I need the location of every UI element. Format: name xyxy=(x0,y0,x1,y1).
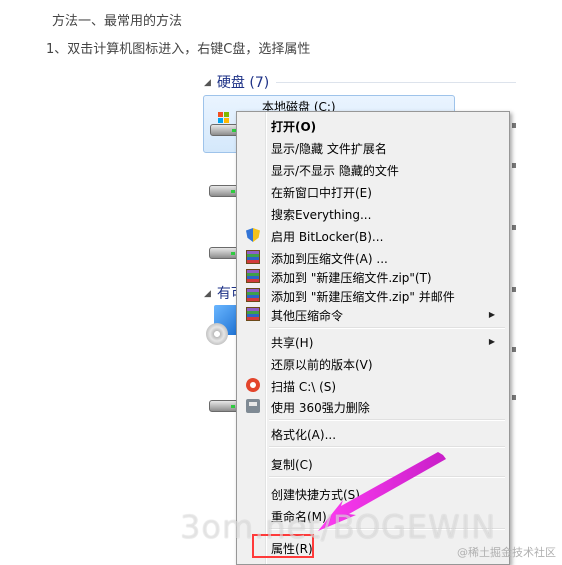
dvd-drive-icon[interactable] xyxy=(206,305,240,347)
menu-item-create-shortcut[interactable]: 创建快捷方式(S) xyxy=(239,483,507,505)
menu-item-label: 创建快捷方式(S) xyxy=(271,488,360,502)
menu-item-toggle-extensions[interactable]: 显示/隐藏 文件扩展名 xyxy=(239,137,507,159)
menu-item-bitlocker[interactable]: 启用 BitLocker(B)... xyxy=(239,225,507,247)
menu-item-label: 还原以前的版本(V) xyxy=(271,358,373,372)
menu-item-label: 打开(O) xyxy=(271,120,317,134)
archive-icon xyxy=(246,269,260,283)
hard-drive-icon xyxy=(209,181,239,199)
column-fragment xyxy=(512,347,516,352)
menu-item-label: 其他压缩命令 xyxy=(271,309,344,323)
menu-item-search-everything[interactable]: 搜索Everything... xyxy=(239,203,507,225)
menu-item-share[interactable]: 共享(H) ▶ xyxy=(239,331,507,353)
hard-drive-icon xyxy=(209,243,239,261)
menu-item-other-compress[interactable]: 其他压缩命令 ▶ xyxy=(239,304,507,326)
menu-item-label: 使用 360强力删除 xyxy=(271,401,370,415)
menu-item-label: 添加到压缩文件(A) ... xyxy=(271,252,388,266)
archive-icon xyxy=(246,307,260,321)
step-instruction: 1、双击计算机图标进入，右键C盘，选择属性 xyxy=(46,42,311,57)
menu-item-label: 复制(C) xyxy=(271,458,313,472)
hard-disks-group-label: 硬盘 (7) xyxy=(216,75,270,91)
column-fragment xyxy=(512,225,516,230)
watermark: 3om.net/BOGEWIN xyxy=(180,508,497,546)
menu-item-label: 启用 BitLocker(B)... xyxy=(271,230,384,244)
context-menu: 打开(O) 显示/隐藏 文件扩展名 显示/不显示 隐藏的文件 在新窗口中打开(E… xyxy=(236,111,510,565)
menu-item-label: 显示/不显示 隐藏的文件 xyxy=(271,164,399,178)
method-heading: 方法一、最常用的方法 xyxy=(52,14,183,29)
menu-item-toggle-hidden-files[interactable]: 显示/不显示 隐藏的文件 xyxy=(239,159,507,181)
menu-separator xyxy=(269,327,505,329)
collapse-arrow-icon[interactable]: ◢ xyxy=(204,78,211,88)
windows-logo-icon xyxy=(218,112,230,124)
collapse-arrow-icon[interactable]: ◢ xyxy=(204,289,211,299)
menu-item-label: 在新窗口中打开(E) xyxy=(271,186,372,200)
column-fragment xyxy=(512,395,516,400)
menu-item-open-new-window[interactable]: 在新窗口中打开(E) xyxy=(239,181,507,203)
group-divider xyxy=(276,82,516,83)
scan-icon xyxy=(246,378,260,392)
menu-item-label: 显示/隐藏 文件扩展名 xyxy=(271,142,387,156)
menu-item-format[interactable]: 格式化(A)... xyxy=(239,423,507,445)
column-fragment xyxy=(512,163,516,168)
shredder-icon xyxy=(246,399,260,413)
credit-text: @稀土掘金技术社区 xyxy=(457,546,556,559)
submenu-arrow-icon: ▶ xyxy=(488,337,495,346)
hard-disks-group-header[interactable]: ◢ 硬盘 (7) xyxy=(204,72,269,92)
menu-item-label: 格式化(A)... xyxy=(271,428,337,442)
menu-item-360-delete[interactable]: 使用 360强力删除 xyxy=(239,396,507,418)
menu-item-restore-previous[interactable]: 还原以前的版本(V) xyxy=(239,353,507,375)
menu-separator xyxy=(269,419,505,421)
menu-item-label: 扫描 C:\ (S) xyxy=(271,380,337,394)
menu-item-label: 添加到 "新建压缩文件.zip" 并邮件 xyxy=(271,290,455,304)
submenu-arrow-icon: ▶ xyxy=(488,310,495,319)
menu-item-label: 搜索Everything... xyxy=(271,208,372,222)
archive-icon xyxy=(246,250,260,264)
menu-separator xyxy=(269,446,505,448)
menu-item-copy[interactable]: 复制(C) xyxy=(239,453,507,475)
column-fragment xyxy=(512,123,516,128)
shield-icon xyxy=(246,228,260,242)
menu-item-label: 共享(H) xyxy=(271,336,314,350)
menu-item-label: 添加到 "新建压缩文件.zip"(T) xyxy=(271,271,432,285)
hard-drive-icon xyxy=(209,396,239,414)
column-fragment xyxy=(512,287,516,292)
menu-separator xyxy=(269,476,505,478)
menu-item-scan[interactable]: 扫描 C:\ (S) xyxy=(239,375,507,397)
archive-icon xyxy=(246,288,260,302)
menu-item-open[interactable]: 打开(O) xyxy=(239,115,507,137)
